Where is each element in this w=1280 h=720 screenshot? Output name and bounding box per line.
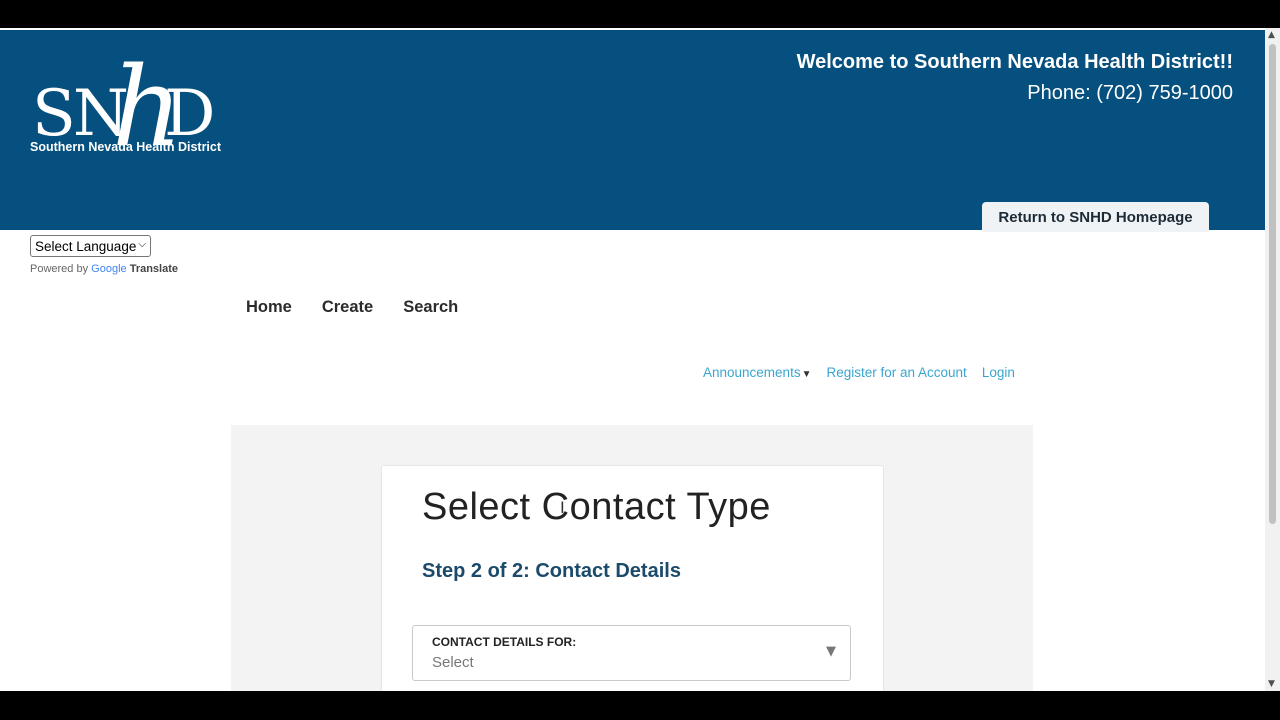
translate-link[interactable]: Translate [130,263,178,275]
site-header: SNhD h Southern Nevada Health District W… [0,30,1265,232]
browser-viewport: SNhD h Southern Nevada Health District W… [0,28,1280,691]
page-title: Select Contact Type [422,486,771,528]
scrollbar-thumb[interactable] [1269,44,1276,524]
google-wordmark: Google [91,263,127,275]
login-link[interactable]: Login [982,365,1015,380]
dropdown-label: CONTACT DETAILS FOR: [432,635,577,649]
return-homepage-button[interactable]: Return to SNHD Homepage [982,202,1209,232]
text-cursor-icon: I [560,498,565,517]
page-scrollbar[interactable]: ▲ ▼ [1265,28,1280,691]
chevron-down-icon: ⌵ [138,239,146,250]
header-welcome-block: Welcome to Southern Nevada Health Distri… [797,50,1233,105]
announcements-link[interactable]: Announcements▼ [703,365,811,380]
nav-create[interactable]: Create [322,298,373,317]
contact-details-dropdown[interactable]: CONTACT DETAILS FOR: Select ▼ [412,625,851,681]
phone-text: Phone: (702) 759-1000 [1027,82,1233,104]
nav-search[interactable]: Search [403,298,458,317]
caret-down-icon: ▼ [801,369,812,380]
account-links: Announcements▼ Register for an Account L… [703,365,1015,380]
logo-tagline: Southern Nevada Health District [30,140,222,154]
triangle-down-icon: ▼ [826,644,836,659]
contact-type-card: Select Contact Type Step 2 of 2: Contact… [381,465,884,691]
scroll-up-arrow-icon[interactable]: ▲ [1268,30,1275,40]
announcements-label: Announcements [703,365,801,380]
snhd-logo[interactable]: SNhD h Southern Nevada Health District [28,52,233,172]
language-select[interactable]: Select Language ⌵ [30,235,151,257]
register-link[interactable]: Register for an Account [826,365,966,380]
language-select-value: Select Language [35,238,137,254]
nav-home[interactable]: Home [246,298,292,317]
powered-by-text: Powered by [30,263,89,275]
dropdown-value: Select [432,654,474,671]
main-nav: Home Create Search [246,298,458,317]
step-heading: Step 2 of 2: Contact Details [422,560,681,582]
scroll-down-arrow-icon[interactable]: ▼ [1268,679,1275,689]
welcome-text: Welcome to Southern Nevada Health Distri… [796,51,1233,73]
google-translate-attribution: Powered by Google Translate [30,263,178,275]
